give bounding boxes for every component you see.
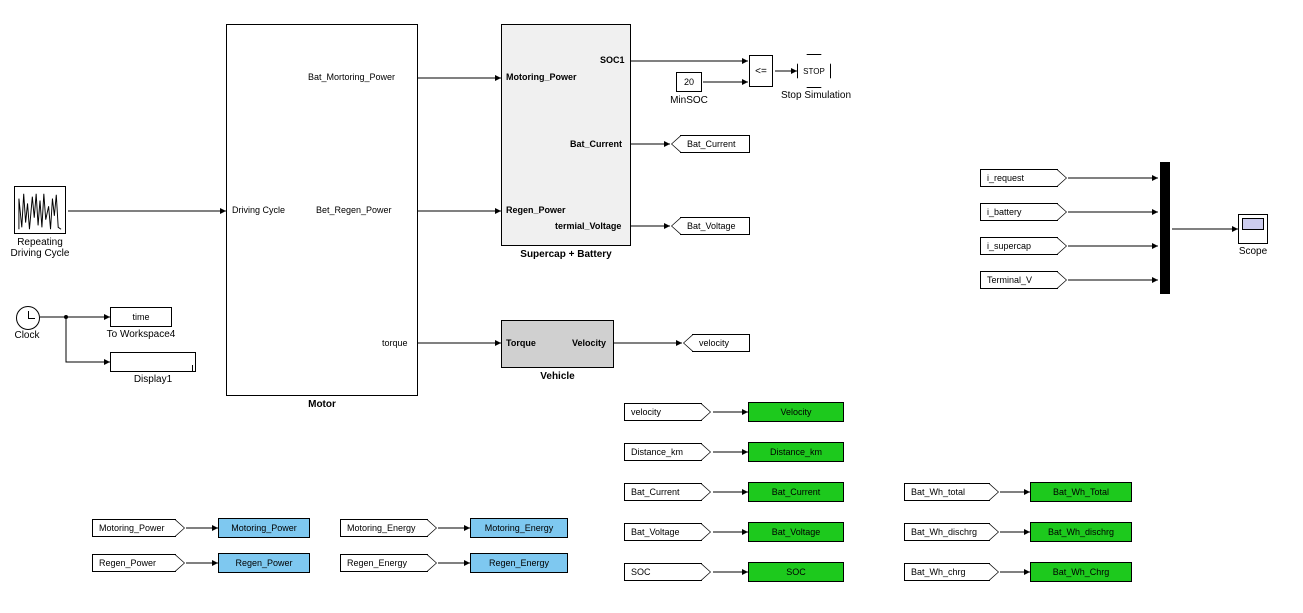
from-velocity2[interactable]: velocity: [624, 403, 702, 421]
minsoc-label: MinSOC: [666, 95, 712, 106]
motor-out-batregen: Bet_Regen_Power: [316, 205, 392, 215]
from-distance[interactable]: Distance_km: [624, 443, 702, 461]
clock-label: Clock: [8, 330, 46, 341]
from-i-supercap[interactable]: i_supercap: [980, 237, 1058, 255]
to-workspace-time[interactable]: time: [110, 307, 172, 327]
scope-block[interactable]: [1238, 214, 1268, 244]
motor-out-batmotor: Bat_Mortoring_Power: [308, 72, 395, 82]
motor-out-torque: torque: [382, 338, 408, 348]
from-batwh-chrg[interactable]: Bat_Wh_chrg: [904, 563, 990, 581]
mux-block[interactable]: [1160, 162, 1170, 294]
towsp-velocity[interactable]: Velocity: [748, 402, 844, 422]
source-label: Repeating Driving Cycle: [0, 237, 80, 259]
towsp-regen-energy[interactable]: Regen_Energy: [470, 553, 568, 573]
scb-out-batcurrent: Bat_Current: [570, 139, 622, 149]
display1-label: Display1: [110, 374, 196, 385]
from-motoring-energy[interactable]: Motoring_Energy: [340, 519, 428, 537]
repeating-driving-cycle-block[interactable]: [14, 186, 66, 234]
goto-bat-current[interactable]: Bat_Current: [680, 135, 750, 153]
scope-label: Scope: [1228, 246, 1278, 257]
towsp-batwh-dischrg[interactable]: Bat_Wh_dischrg: [1030, 522, 1132, 542]
compare-op[interactable]: <=: [749, 55, 773, 87]
scb-in-motor: Motoring_Power: [506, 72, 577, 82]
scb-in-regen: Regen_Power: [506, 205, 566, 215]
stop-label: Stop Simulation: [780, 90, 852, 101]
towsp-soc[interactable]: SOC: [748, 562, 844, 582]
from-batcurrent2[interactable]: Bat_Current: [624, 483, 702, 501]
from-regen-energy[interactable]: Regen_Energy: [340, 554, 428, 572]
from-i-request[interactable]: i_request: [980, 169, 1058, 187]
towsp-batcurrent[interactable]: Bat_Current: [748, 482, 844, 502]
vehicle-in-torque: Torque: [506, 338, 536, 348]
scb-out-soc1: SOC1: [600, 55, 625, 65]
goto-bat-voltage[interactable]: Bat_Voltage: [680, 217, 750, 235]
from-i-battery[interactable]: i_battery: [980, 203, 1058, 221]
towsp-batwh-total[interactable]: Bat_Wh_Total: [1030, 482, 1132, 502]
from-terminal-v[interactable]: Terminal_V: [980, 271, 1058, 289]
towsp-regen-power[interactable]: Regen_Power: [218, 553, 310, 573]
towsp-batwh-chrg[interactable]: Bat_Wh_Chrg: [1030, 562, 1132, 582]
scb-out-termv: termial_Voltage: [555, 221, 621, 231]
vehicle-out-velocity: Velocity: [572, 338, 606, 348]
scb-title: Supercap + Battery: [501, 249, 631, 260]
stop-block[interactable]: STOP: [797, 54, 831, 88]
towsp-distance[interactable]: Distance_km: [748, 442, 844, 462]
towsp-motoring-power[interactable]: Motoring_Power: [218, 518, 310, 538]
from-batwh-total[interactable]: Bat_Wh_total: [904, 483, 990, 501]
to-workspace-time-label: To Workspace4: [98, 329, 184, 340]
from-motoring-power[interactable]: Motoring_Power: [92, 519, 176, 537]
from-batwh-dischrg[interactable]: Bat_Wh_dischrg: [904, 523, 990, 541]
clock-block[interactable]: [16, 306, 40, 330]
motor-in-driving: Driving Cycle: [232, 205, 285, 215]
from-regen-power[interactable]: Regen_Power: [92, 554, 176, 572]
from-soc[interactable]: SOC: [624, 563, 702, 581]
towsp-motoring-energy[interactable]: Motoring_Energy: [470, 518, 568, 538]
display1-block[interactable]: [110, 352, 196, 372]
minsoc-constant[interactable]: 20: [676, 72, 702, 92]
vehicle-title: Vehicle: [501, 371, 614, 382]
towsp-batvoltage[interactable]: Bat_Voltage: [748, 522, 844, 542]
motor-title: Motor: [226, 399, 418, 410]
goto-velocity[interactable]: velocity: [692, 334, 750, 352]
from-batvoltage2[interactable]: Bat_Voltage: [624, 523, 702, 541]
